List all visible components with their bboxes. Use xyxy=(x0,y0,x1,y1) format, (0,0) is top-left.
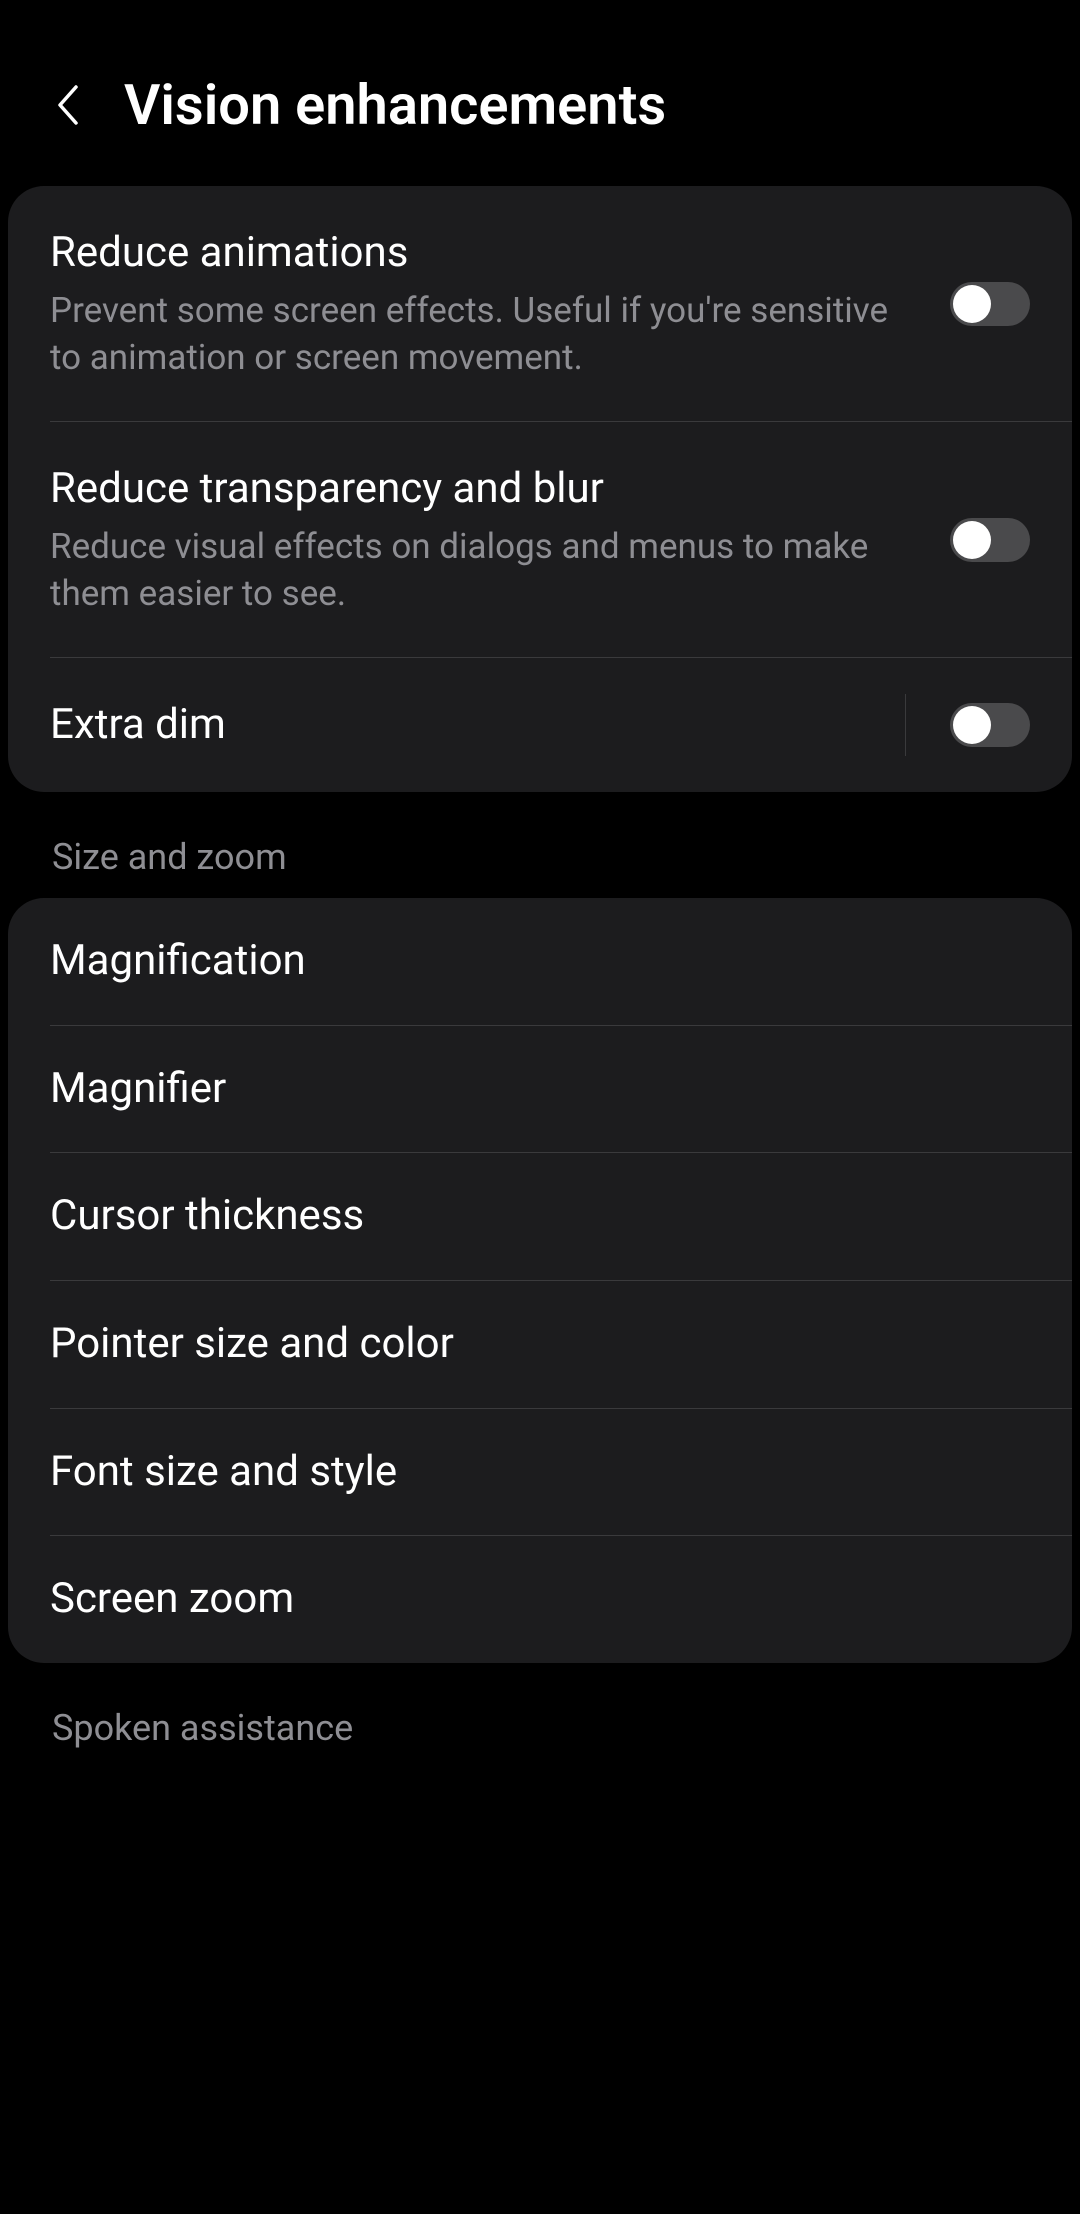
toggle-knob xyxy=(953,521,991,559)
setting-title: Extra dim xyxy=(50,698,905,753)
toggle-extra-dim[interactable] xyxy=(950,703,1030,747)
setting-title: Magnification xyxy=(50,934,1030,989)
setting-text: Magnifier xyxy=(50,1062,1030,1117)
section-label-spoken-assistance: Spoken assistance xyxy=(0,1663,1080,1757)
setting-cursor-thickness[interactable]: Cursor thickness xyxy=(8,1153,1072,1280)
toggle-knob xyxy=(953,285,991,323)
settings-group-2: Magnification Magnifier Cursor thickness… xyxy=(8,898,1072,1663)
setting-desc: Prevent some screen effects. Useful if y… xyxy=(50,287,926,382)
setting-reduce-animations[interactable]: Reduce animations Prevent some screen ef… xyxy=(8,186,1072,421)
setting-text: Font size and style xyxy=(50,1445,1030,1500)
toggle-reduce-transparency[interactable] xyxy=(950,518,1030,562)
setting-magnifier[interactable]: Magnifier xyxy=(8,1026,1072,1153)
setting-pointer-size-color[interactable]: Pointer size and color xyxy=(8,1281,1072,1408)
setting-title: Cursor thickness xyxy=(50,1189,1030,1244)
header: Vision enhancements xyxy=(0,0,1080,186)
toggle-reduce-animations[interactable] xyxy=(950,282,1030,326)
back-button[interactable] xyxy=(48,85,88,125)
setting-reduce-transparency[interactable]: Reduce transparency and blur Reduce visu… xyxy=(8,422,1072,657)
settings-group-1: Reduce animations Prevent some screen ef… xyxy=(8,186,1072,792)
setting-text: Screen zoom xyxy=(50,1572,1030,1627)
toggle-knob xyxy=(953,706,991,744)
page-title: Vision enhancements xyxy=(124,72,666,138)
setting-text: Reduce animations Prevent some screen ef… xyxy=(50,226,926,381)
vertical-separator xyxy=(905,694,906,756)
setting-screen-zoom[interactable]: Screen zoom xyxy=(8,1536,1072,1663)
section-label-size-and-zoom: Size and zoom xyxy=(0,792,1080,898)
setting-font-size-style[interactable]: Font size and style xyxy=(8,1409,1072,1536)
setting-text: Cursor thickness xyxy=(50,1189,1030,1244)
setting-title: Font size and style xyxy=(50,1445,1030,1500)
setting-title: Reduce animations xyxy=(50,226,926,281)
setting-desc: Reduce visual effects on dialogs and men… xyxy=(50,523,926,618)
setting-title: Reduce transparency and blur xyxy=(50,462,926,517)
setting-text: Magnification xyxy=(50,934,1030,989)
setting-title: Screen zoom xyxy=(50,1572,1030,1627)
setting-title: Magnifier xyxy=(50,1062,1030,1117)
chevron-left-icon xyxy=(54,83,82,127)
setting-magnification[interactable]: Magnification xyxy=(8,898,1072,1025)
setting-extra-dim[interactable]: Extra dim xyxy=(8,658,1072,792)
setting-text: Extra dim xyxy=(50,698,905,753)
setting-title: Pointer size and color xyxy=(50,1317,1030,1372)
setting-text: Pointer size and color xyxy=(50,1317,1030,1372)
setting-text: Reduce transparency and blur Reduce visu… xyxy=(50,462,926,617)
